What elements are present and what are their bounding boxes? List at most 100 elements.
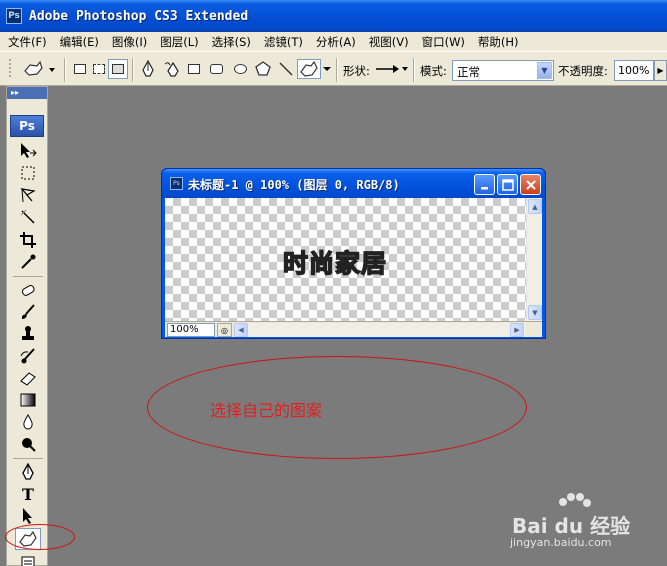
- brush-icon: [21, 304, 35, 319]
- rounded-rectangle-button[interactable]: [206, 59, 226, 79]
- lasso-tool[interactable]: [16, 185, 40, 205]
- status-info-icon[interactable]: ◎: [217, 323, 232, 337]
- eyedropper-icon: [21, 254, 36, 269]
- options-separator: [336, 58, 338, 82]
- shape-layers-icon: [74, 64, 86, 74]
- horizontal-scrollbar[interactable]: ◀ ▶: [234, 323, 526, 337]
- document-body: 时尚家居 ▲ ▼ 100% ◎ ◀ ▶: [165, 198, 542, 337]
- blend-mode-select[interactable]: 正常 ▼: [452, 60, 554, 81]
- chevron-down-icon: [323, 67, 331, 71]
- rectangle-tool-button[interactable]: [184, 59, 204, 79]
- baidu-jingyan-watermark: Bai du 经验 jingyan.baidu.com: [508, 492, 658, 552]
- brush-tool[interactable]: [16, 302, 40, 322]
- freeform-pen-icon: [164, 61, 179, 77]
- menu-analysis[interactable]: 分析(A): [316, 34, 356, 50]
- ps-logo[interactable]: Ps: [10, 115, 44, 137]
- gradient-icon: [20, 393, 36, 407]
- opacity-input[interactable]: 100%: [614, 60, 654, 81]
- opacity-slider-button[interactable]: ▶: [654, 60, 667, 81]
- freeform-pen-button[interactable]: [162, 59, 184, 79]
- vertical-scrollbar[interactable]: ▲ ▼: [526, 198, 542, 321]
- line-icon: [279, 62, 293, 76]
- paths-button[interactable]: [89, 59, 109, 79]
- arrow-shape-icon: [376, 65, 408, 73]
- app-title-bar: Ps Adobe Photoshop CS3 Extended: [0, 0, 667, 32]
- custom-shape-preset-icon: [24, 60, 55, 76]
- document-window[interactable]: Ps 未标题-1 @ 100% (图层 0, RGB/8) 时尚家居 ▲ ▼ 1…: [161, 168, 546, 339]
- notes-tool[interactable]: [16, 552, 40, 566]
- pen-tool-button[interactable]: [138, 59, 158, 79]
- maximize-button[interactable]: [497, 174, 518, 195]
- menu-file[interactable]: 文件(F): [8, 34, 47, 50]
- canvas-text-layer[interactable]: 时尚家居: [282, 244, 387, 280]
- shape-picker[interactable]: [374, 59, 408, 79]
- document-ps-icon: Ps: [170, 177, 183, 190]
- dodge-icon: [22, 438, 36, 452]
- tools-panel-collapse-icon[interactable]: ▸▸: [7, 87, 47, 99]
- menu-select[interactable]: 选择(S): [212, 34, 251, 50]
- menu-edit[interactable]: 编辑(E): [60, 34, 99, 50]
- custom-shape-icon: [300, 60, 318, 77]
- menu-filter[interactable]: 滤镜(T): [264, 34, 303, 50]
- minimize-icon: [480, 186, 488, 189]
- close-button[interactable]: [520, 174, 541, 195]
- blur-tool[interactable]: [16, 412, 40, 432]
- stamp-icon: [22, 326, 34, 340]
- eyedropper-tool[interactable]: [16, 252, 40, 272]
- rectangle-icon: [188, 64, 200, 74]
- move-tool[interactable]: [16, 141, 40, 161]
- annotation-ellipse: [147, 356, 527, 459]
- bandage-icon: [21, 285, 35, 296]
- dodge-tool[interactable]: [16, 434, 40, 454]
- custom-shape-button[interactable]: [297, 59, 321, 79]
- zoom-input[interactable]: 100%: [167, 323, 215, 337]
- scroll-left-icon[interactable]: ◀: [234, 323, 248, 337]
- polygon-tool-button[interactable]: [253, 59, 273, 79]
- maximize-icon: [501, 178, 514, 191]
- history-brush-tool[interactable]: [16, 346, 40, 366]
- menu-layer[interactable]: 图层(L): [160, 34, 198, 50]
- tools-separator: [13, 458, 43, 459]
- crop-tool[interactable]: [16, 230, 40, 250]
- lasso-icon: [20, 188, 36, 203]
- scroll-down-icon[interactable]: ▼: [528, 305, 542, 320]
- eraser-icon: [20, 372, 36, 386]
- gradient-tool[interactable]: [16, 390, 40, 410]
- menu-view[interactable]: 视图(V): [369, 34, 409, 50]
- shape-layers-button[interactable]: [70, 59, 90, 79]
- clone-stamp-tool[interactable]: [16, 324, 40, 344]
- opacity-label: 不透明度:: [558, 64, 608, 78]
- options-grip-icon[interactable]: [6, 59, 14, 79]
- watermark-url: jingyan.baidu.com: [510, 536, 612, 549]
- menu-window[interactable]: 窗口(W): [422, 34, 465, 50]
- pen-icon: [22, 463, 34, 480]
- drop-icon: [23, 414, 33, 430]
- pen-tool[interactable]: [16, 462, 40, 482]
- geometry-options-dropdown[interactable]: [322, 59, 332, 79]
- history-brush-icon: [20, 348, 35, 364]
- line-tool-button[interactable]: [276, 59, 296, 79]
- eraser-tool[interactable]: [16, 368, 40, 388]
- scroll-up-icon[interactable]: ▲: [528, 199, 542, 214]
- healing-brush-tool[interactable]: [16, 280, 40, 300]
- menu-help[interactable]: 帮助(H): [478, 34, 519, 50]
- path-selection-tool[interactable]: [16, 506, 40, 526]
- type-tool[interactable]: T: [16, 484, 40, 504]
- tool-preset-picker[interactable]: [20, 59, 58, 79]
- minimize-button[interactable]: [474, 174, 495, 195]
- scroll-right-icon[interactable]: ▶: [510, 323, 524, 337]
- fill-pixels-icon: [112, 64, 124, 74]
- canvas-transparent[interactable]: 时尚家居: [165, 198, 526, 321]
- tools-panel: ▸▸ Ps T: [6, 86, 48, 566]
- fill-pixels-button[interactable]: [108, 59, 128, 79]
- move-icon: [21, 143, 37, 158]
- menu-image[interactable]: 图像(I): [112, 34, 147, 50]
- marquee-tool[interactable]: [16, 163, 40, 183]
- ellipse-tool-button[interactable]: [230, 59, 250, 79]
- photoshop-app-icon: Ps: [6, 8, 22, 24]
- crop-icon: [20, 232, 36, 248]
- chevron-down-icon[interactable]: ▼: [537, 62, 552, 79]
- notes-icon: [21, 556, 35, 566]
- document-title-bar[interactable]: Ps 未标题-1 @ 100% (图层 0, RGB/8): [162, 169, 545, 198]
- quick-selection-tool[interactable]: [16, 207, 40, 227]
